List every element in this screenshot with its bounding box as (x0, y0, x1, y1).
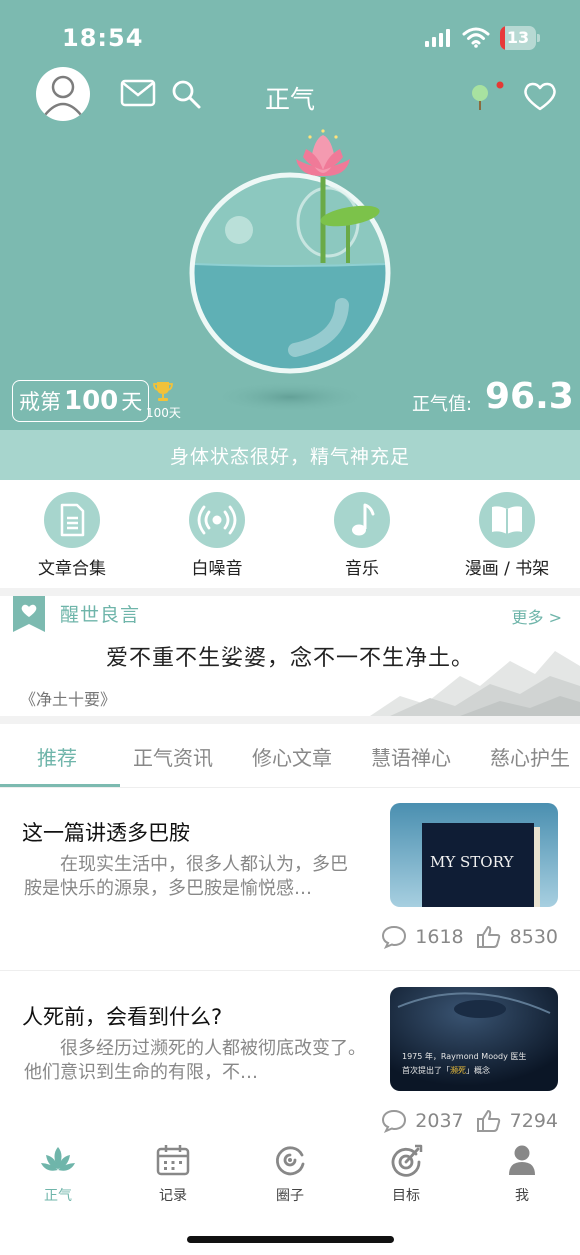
days-count: 100 (64, 386, 119, 416)
quote-card[interactable]: 醒世良言 更多 > 爱不重不生娑婆，念不一不生净土。 《净土十要》 (0, 596, 580, 716)
score-label: 正气值: (412, 394, 473, 415)
nav-item-goals[interactable]: 目标 (366, 1143, 446, 1205)
article-stats: 2037 7294 (381, 1109, 558, 1133)
clock: 18:54 (62, 24, 144, 52)
comment-icon[interactable] (381, 925, 407, 949)
quote-section-title: 醒世良言 (60, 604, 141, 626)
broadcast-icon (197, 505, 237, 535)
days-suffix: 天 (121, 390, 143, 414)
shortcut-music[interactable]: 音乐 (307, 492, 417, 579)
page-title: 正气 (264, 85, 315, 114)
calendar-icon (156, 1145, 190, 1176)
nav-item-zhengqi[interactable]: 正气 (18, 1143, 98, 1205)
tab-zen-words[interactable]: 慧语禅心 (371, 742, 451, 771)
article-summary: 很多经历过濒死的人都被彻底改变了。 他们意识到生命的有限，不… (24, 1038, 364, 1083)
thumbnail-caption-pre: 首次提出了「 (402, 1065, 450, 1075)
book-cover-image: MY STORY (390, 803, 558, 907)
article-stats: 1618 8530 (381, 925, 558, 949)
trophy-icon[interactable] (152, 380, 174, 402)
avatar[interactable] (36, 67, 90, 121)
bookmark-heart-icon (13, 596, 45, 632)
nav-label: 正气 (44, 1188, 72, 1204)
circle-icon (275, 1146, 305, 1176)
nav-label: 我 (515, 1188, 529, 1204)
tab-recommend[interactable]: 推荐 (37, 742, 77, 771)
tab-news[interactable]: 正气资讯 (133, 742, 213, 771)
article-thumbnail: 1975 年，Raymond Moody 医生 首次提出了「濒死」概念 (390, 987, 558, 1091)
thumbs-up-icon[interactable] (476, 1109, 502, 1133)
score-value: 96.3 (485, 376, 574, 417)
home-indicator[interactable] (187, 1236, 394, 1243)
article-title: 人死前，会看到什么? (22, 1005, 223, 1029)
heart-icon[interactable] (522, 80, 558, 112)
nav-item-circle[interactable]: 圈子 (250, 1143, 330, 1205)
battery-indicator: 13 (500, 26, 540, 50)
nav-label: 记录 (159, 1188, 187, 1204)
trophy-label: 100天 (146, 406, 181, 420)
search-icon[interactable] (170, 78, 202, 110)
nav-label: 圈子 (276, 1188, 304, 1204)
nav-item-records[interactable]: 记录 (133, 1143, 213, 1205)
cellular-signal-icon (425, 29, 450, 47)
nav-item-me[interactable]: 我 (482, 1143, 562, 1205)
status-message: 身体状态很好，精气神充足 (0, 430, 580, 480)
person-icon (509, 1145, 535, 1175)
shortcut-comics-bookshelf[interactable]: 漫画 / 书架 (452, 492, 562, 579)
tab-compassion[interactable]: 慈心护生 (490, 742, 570, 771)
quote-source: 《净土十要》 (20, 690, 117, 709)
quote-text: 爱不重不生娑婆，念不一不生净土。 (105, 646, 474, 671)
shortcut-white-noise[interactable]: 白噪音 (162, 492, 272, 579)
lotus-bowl-illustration (189, 129, 391, 413)
more-link[interactable]: 更多 > (512, 604, 563, 628)
comment-count: 1618 (415, 926, 464, 948)
divider (0, 588, 580, 596)
book-icon (492, 506, 522, 534)
shortcut-label: 白噪音 (191, 559, 243, 579)
shortcut-label: 文章合集 (38, 559, 106, 579)
nav-label: 目标 (392, 1188, 420, 1204)
thumbnail-caption-line1: 1975 年，Raymond Moody 医生 (402, 1051, 526, 1061)
article-thumbnail: MY STORY (390, 803, 558, 907)
svg-text:首次提出了「濒死」概念: 首次提出了「濒死」概念 (402, 1065, 490, 1075)
person-icon (44, 75, 82, 116)
article-card[interactable]: 这一篇讲透多巴胺 在现实生活中，很多人都认为，多巴胺是快乐的源泉，多巴胺是愉悦感… (0, 803, 580, 988)
thumbnail-text: MY STORY (430, 853, 514, 871)
battery-percent: 13 (506, 28, 530, 47)
comment-icon[interactable] (381, 1109, 407, 1133)
shortcut-label: 漫画 / 书架 (464, 559, 550, 579)
wifi-icon (462, 27, 490, 48)
active-tab-indicator (0, 784, 120, 787)
mail-icon[interactable] (120, 79, 156, 107)
category-tabs: 推荐 正气资讯 修心文章 慧语禅心 慈心护生 (0, 726, 580, 788)
status-bar: 18:54 13 (0, 0, 580, 70)
thumbs-up-icon[interactable] (476, 925, 502, 949)
shortcut-label: 音乐 (345, 559, 379, 579)
sapling-icon[interactable] (468, 80, 504, 112)
shortcut-articles[interactable]: 文章合集 (17, 492, 127, 579)
article-summary: 在现实生活中，很多人都认为，多巴胺是快乐的源泉，多巴胺是愉悦感… (24, 854, 348, 899)
days-prefix: 戒第 (19, 390, 61, 414)
tab-mind-articles[interactable]: 修心文章 (252, 742, 332, 771)
target-icon (391, 1144, 423, 1177)
divider (0, 716, 580, 724)
hero-panel: 18:54 13 正气 戒第 100 天 100天 正气值: 96.3 (0, 0, 580, 430)
eye-closeup-image: 1975 年，Raymond Moody 医生 首次提出了「濒死」概念 (390, 987, 558, 1091)
lotus-icon (41, 1147, 75, 1171)
like-count: 7294 (509, 1110, 558, 1132)
comment-count: 2037 (415, 1110, 464, 1132)
article-separator (0, 970, 580, 971)
like-count: 8530 (509, 926, 558, 948)
article-title: 这一篇讲透多巴胺 (22, 821, 190, 845)
thumbnail-caption-post: 」概念 (466, 1065, 490, 1075)
abstinence-days-badge[interactable]: 戒第 100 天 (12, 380, 150, 422)
thumbnail-caption-highlight: 濒死 (450, 1065, 466, 1075)
music-note-icon (352, 503, 375, 536)
document-icon (60, 503, 85, 537)
